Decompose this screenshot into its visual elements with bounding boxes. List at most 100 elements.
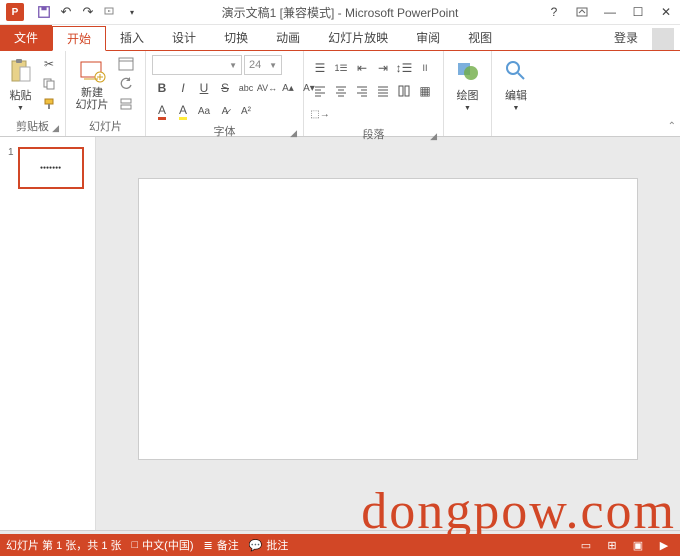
chevron-down-icon: ▼ <box>464 105 471 112</box>
find-icon <box>502 57 530 85</box>
undo-icon[interactable]: ↶ <box>56 2 76 22</box>
font-size-combo[interactable]: 24▼ <box>244 55 282 75</box>
tab-design[interactable]: 设计 <box>158 25 210 50</box>
chevron-down-icon: ▼ <box>17 105 24 112</box>
close-icon[interactable]: ✕ <box>652 1 680 23</box>
spacing-button[interactable]: AV↔ <box>257 78 277 98</box>
group-slides-label: 幻灯片 <box>72 116 139 136</box>
superscript-button[interactable]: A² <box>236 101 256 121</box>
font-family-combo[interactable]: ▼ <box>152 55 242 75</box>
tab-view[interactable]: 视图 <box>454 25 506 50</box>
chevron-down-icon: ▼ <box>513 105 520 112</box>
tab-slideshow[interactable]: 幻灯片放映 <box>314 25 402 50</box>
title-right: ? — ☐ ✕ <box>540 1 680 23</box>
group-clipboard: 粘贴 ▼ ✂ 剪贴板◢ <box>0 51 66 136</box>
tab-file[interactable]: 文件 <box>0 25 52 50</box>
thumbnail-number: 1 <box>8 147 14 189</box>
editing-label: 编辑 <box>505 87 527 103</box>
ribbon-options-icon[interactable] <box>568 1 596 23</box>
slide-thumbnail[interactable]: ●●●●●●● <box>18 147 84 189</box>
maximize-icon[interactable]: ☐ <box>624 1 652 23</box>
tab-home[interactable]: 开始 <box>52 26 106 51</box>
bold-button[interactable]: B <box>152 78 172 98</box>
minimize-icon[interactable]: — <box>596 1 624 23</box>
slide-canvas[interactable] <box>139 179 637 459</box>
dialog-launcher-icon[interactable]: ◢ <box>52 123 59 134</box>
slideshow-view-icon[interactable]: ▶ <box>654 537 674 553</box>
clear-format-button[interactable]: A̷ <box>215 101 235 121</box>
ribbon: 粘贴 ▼ ✂ 剪贴板◢ 新建 幻灯片 幻灯片 <box>0 50 680 137</box>
smartart-icon[interactable]: ⬚→ <box>310 104 330 124</box>
paste-icon <box>7 57 35 85</box>
comments-button[interactable]: 💬批注 <box>249 537 289 553</box>
cut-icon[interactable]: ✂ <box>39 55 59 73</box>
language-status[interactable]: □中文(中国) <box>132 537 194 553</box>
align-center-icon[interactable] <box>331 81 351 101</box>
paste-button[interactable]: 粘贴 ▼ <box>6 55 35 112</box>
italic-button[interactable]: I <box>173 78 193 98</box>
reading-view-icon[interactable]: ▣ <box>628 537 648 553</box>
sorter-view-icon[interactable]: ⊞ <box>602 537 622 553</box>
shadow-button[interactable]: abc <box>236 78 256 98</box>
collapse-ribbon-icon[interactable]: ⌃ <box>668 121 676 132</box>
columns-icon[interactable] <box>394 81 414 101</box>
numbering-button[interactable]: 1☰ <box>331 58 351 78</box>
thumbnail-item[interactable]: 1 ●●●●●●● <box>8 147 87 189</box>
comments-icon: 💬 <box>249 539 263 552</box>
group-clipboard-label: 剪贴板◢ <box>6 116 59 136</box>
tab-insert[interactable]: 插入 <box>106 25 158 50</box>
editing-button[interactable]: 编辑 ▼ <box>498 55 534 112</box>
group-font: ▼ 24▼ B I U S abc AV↔ A▴ A▾ A A Aa A̷ A²… <box>146 51 304 136</box>
section-icon[interactable] <box>116 95 136 113</box>
text-direction-icon[interactable]: II <box>415 58 435 78</box>
tab-animations[interactable]: 动画 <box>262 25 314 50</box>
new-slide-button[interactable]: 新建 幻灯片 <box>72 55 112 111</box>
line-spacing-icon[interactable]: ↕☰ <box>394 58 414 78</box>
slide-pane[interactable] <box>96 137 680 530</box>
format-painter-icon[interactable] <box>39 95 59 113</box>
decrease-indent-icon[interactable]: ⇤ <box>352 58 372 78</box>
bullets-button[interactable]: ☰ <box>310 58 330 78</box>
increase-indent-icon[interactable]: ⇥ <box>373 58 393 78</box>
normal-view-icon[interactable]: ▭ <box>576 537 596 553</box>
chevron-down-icon: ▼ <box>229 61 237 70</box>
justify-icon[interactable] <box>373 81 393 101</box>
status-bar: 幻灯片 第 1 张，共 1 张 □中文(中国) ≣备注 💬批注 ▭ ⊞ ▣ ▶ <box>0 534 680 556</box>
layout-icon[interactable] <box>116 55 136 73</box>
start-from-beginning-icon[interactable] <box>100 2 120 22</box>
qat-customize-icon[interactable]: ▾ <box>122 2 142 22</box>
group-paragraph: ☰ 1☰ ⇤ ⇥ ↕☰ II ▦ ⬚→ 段落◢ <box>304 51 444 136</box>
increase-font-icon[interactable]: A▴ <box>278 78 298 98</box>
change-case-button[interactable]: Aa <box>194 101 214 121</box>
notes-button[interactable]: ≣备注 <box>204 537 239 553</box>
font-color-button[interactable]: A <box>152 101 172 121</box>
align-left-icon[interactable] <box>310 81 330 101</box>
reset-icon[interactable] <box>116 75 136 93</box>
tab-transitions[interactable]: 切换 <box>210 25 262 50</box>
help-icon[interactable]: ? <box>540 1 568 23</box>
shapes-icon <box>454 57 482 85</box>
drawing-label: 绘图 <box>457 87 479 103</box>
new-slide-icon <box>78 57 106 85</box>
copy-icon[interactable] <box>39 75 59 93</box>
slide-count[interactable]: 幻灯片 第 1 张，共 1 张 <box>6 537 122 553</box>
save-icon[interactable] <box>34 2 54 22</box>
avatar[interactable] <box>652 28 674 50</box>
paste-label: 粘贴 <box>10 87 32 103</box>
redo-icon[interactable]: ↷ <box>78 2 98 22</box>
strikethrough-button[interactable]: S <box>215 78 235 98</box>
login-link[interactable]: 登录 <box>604 25 648 50</box>
align-right-icon[interactable] <box>352 81 372 101</box>
tab-review[interactable]: 审阅 <box>402 25 454 50</box>
spell-icon: □ <box>132 539 139 551</box>
highlight-button[interactable]: A <box>173 101 193 121</box>
thumbnail-pane[interactable]: 1 ●●●●●●● <box>0 137 96 530</box>
underline-button[interactable]: U <box>194 78 214 98</box>
quick-access-toolbar: ↶ ↷ ▾ <box>34 2 142 22</box>
drawing-button[interactable]: 绘图 ▼ <box>450 55 485 112</box>
group-drawing: 绘图 ▼ 绘图 <box>444 51 492 136</box>
notes-icon: ≣ <box>204 539 213 552</box>
align-text-icon[interactable]: ▦ <box>415 81 435 101</box>
group-slides: 新建 幻灯片 幻灯片 <box>66 51 146 136</box>
group-editing: 编辑 ▼ 编辑 <box>492 51 540 136</box>
